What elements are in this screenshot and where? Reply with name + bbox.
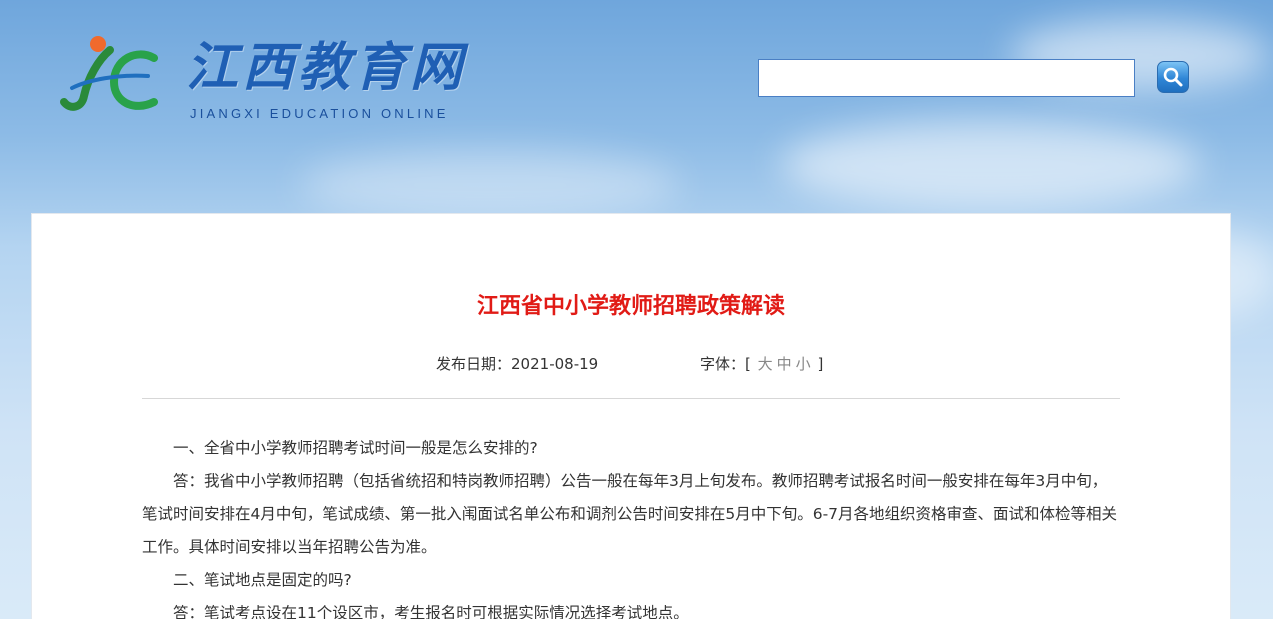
font-size-small-link[interactable]: 小 xyxy=(796,355,811,373)
logo-chinese-name: 江西教育网 xyxy=(186,37,467,98)
article-body: 一、全省中小学教师招聘考试时间一般是怎么安排的? 答：我省中小学教师招聘（包括省… xyxy=(142,432,1122,619)
search-input[interactable] xyxy=(758,59,1135,97)
divider xyxy=(142,398,1120,399)
publish-date-label: 发布日期： xyxy=(436,355,512,373)
logo-english-name: JIANGXI EDUCATION ONLINE xyxy=(190,106,449,121)
publish-date: 发布日期：2021-08-19 xyxy=(436,353,598,374)
font-size-switcher: 字体：[ 大中小 ] xyxy=(700,353,823,374)
font-size-large-link[interactable]: 大 xyxy=(758,355,773,373)
article-paragraph: 二、笔试地点是固定的吗? xyxy=(173,571,352,589)
search-button[interactable] xyxy=(1157,61,1189,93)
logo-mark-icon xyxy=(60,36,158,111)
font-size-label: 字体：[ xyxy=(700,355,751,373)
background-cloud xyxy=(780,120,1200,210)
font-size-close-bracket: ] xyxy=(817,355,824,373)
article-title: 江西省中小学教师招聘政策解读 xyxy=(476,294,785,319)
article-paragraph: 答：笔试考点设在11个设区市，考生报名时可根据实际情况选择考试地点。 xyxy=(173,604,689,619)
site-logo[interactable]: 江西教育网 JIANGXI EDUCATION ONLINE xyxy=(58,30,488,125)
article-paragraph: 答：我省中小学教师招聘（包括省统招和特岗教师招聘）公告一般在每年3月上旬发布。教… xyxy=(142,472,1118,556)
article-paragraph: 一、全省中小学教师招聘考试时间一般是怎么安排的? xyxy=(173,439,538,457)
publish-date-value: 2021-08-19 xyxy=(511,355,599,373)
article-panel: 江西省中小学教师招聘政策解读 发布日期：2021-08-19 字体：[ 大中小 … xyxy=(31,213,1231,619)
background-cloud xyxy=(300,150,680,220)
search-icon xyxy=(1163,67,1183,87)
font-size-medium-link[interactable]: 中 xyxy=(777,355,792,373)
